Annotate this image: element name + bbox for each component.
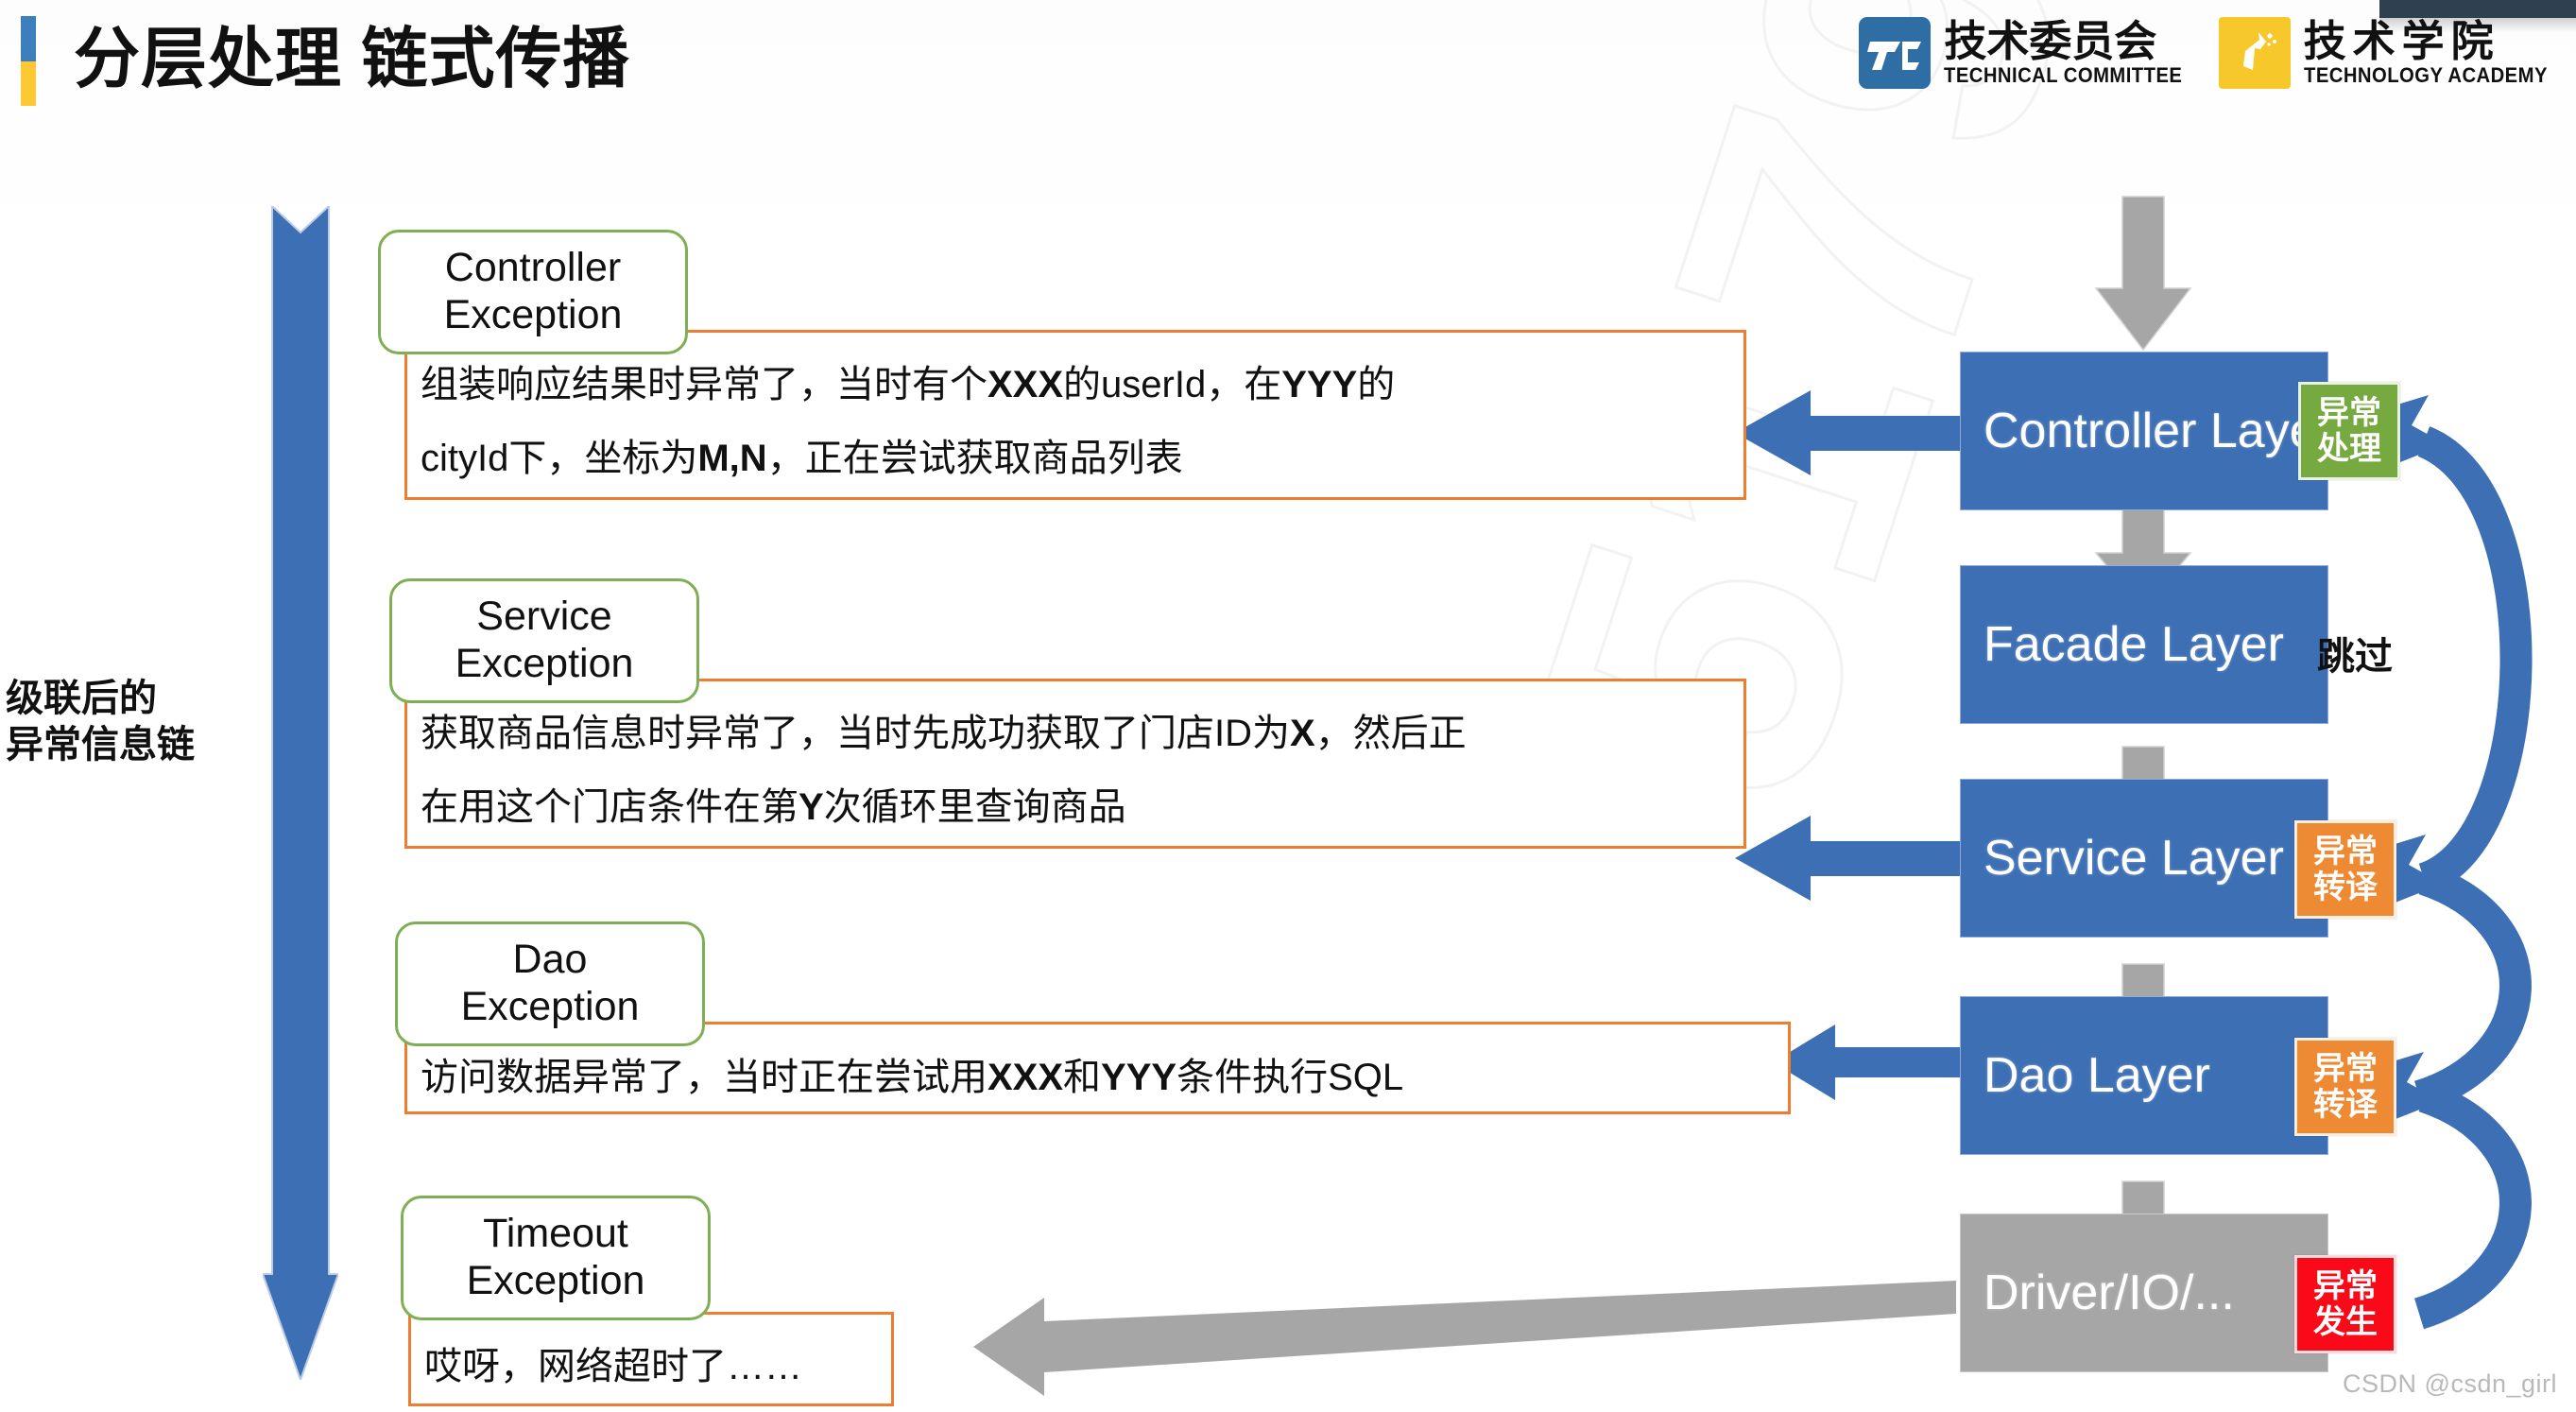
backflow-driver-to-dao	[2413, 1080, 2532, 1330]
card-service-text-line1: 获取商品信息时异常了，当时先成功获取了门店ID为X，然后正	[421, 702, 1467, 757]
tag-line1: Controller	[444, 245, 622, 291]
badge-exception-occurred[interactable]: 异常 发生	[2294, 1255, 2396, 1353]
layer-service[interactable]: Service Layer	[1960, 779, 2328, 938]
title-accent-yellow	[21, 60, 36, 106]
arrow-controller-to-card	[1735, 390, 1960, 475]
t: XXX	[987, 364, 1064, 405]
badge-line2: 转译	[2313, 870, 2378, 905]
layer-dao-label: Dao Layer	[1984, 1048, 2210, 1103]
layer-dao[interactable]: Dao Layer	[1960, 996, 2328, 1155]
badge-line2: 转译	[2313, 1087, 2378, 1123]
backflow-service-to-controller	[2416, 426, 2533, 895]
badge-exception-translate-service[interactable]: 异常 转译	[2294, 820, 2396, 919]
t: 的	[1357, 364, 1396, 405]
slide-canvas: 5179 分层处理 链式传播 技术委员会 TECHNICAL COMMITTEE	[0, 0, 2576, 1412]
left-caption-line2: 异常信息链	[6, 723, 195, 766]
facade-skip-note: 跳过	[2317, 636, 2393, 678]
badge-line2: 发生	[2313, 1304, 2378, 1340]
card-controller-body: 组装响应结果时异常了，当时有个XXX的userId，在YYY的 cityId下，…	[404, 330, 1746, 500]
arrow-service-to-card	[1735, 816, 1960, 901]
tag-service-exception[interactable]: Service Exception	[389, 578, 699, 703]
logo-technology-academy: 技术学院 TECHNOLOGY ACADEMY	[2218, 17, 2568, 89]
layer-controller[interactable]: Controller Layer	[1960, 352, 2333, 510]
academy-logo-icon	[2218, 17, 2291, 89]
academy-logo-text: 技术学院 TECHNOLOGY ACADEMY	[2304, 20, 2568, 86]
badge-line1: 异常	[2313, 833, 2378, 870]
tc-logo-en: TECHNICAL COMMITTEE	[1944, 63, 2183, 87]
badge-exception-translate-dao[interactable]: 异常 转译	[2294, 1038, 2396, 1136]
badge-exception-handling[interactable]: 异常 处理	[2298, 382, 2400, 480]
t: YYY	[1101, 1057, 1177, 1098]
arrow-driver-to-timeout	[973, 1281, 1956, 1396]
tag-line1: Service	[476, 594, 612, 640]
left-caption-line1: 级联后的	[6, 678, 157, 719]
layer-service-label: Service Layer	[1984, 831, 2284, 886]
layer-facade[interactable]: Facade Layer	[1960, 565, 2328, 724]
t: 在用这个门店条件在第	[421, 786, 799, 828]
page-title: 分层处理 链式传播	[74, 22, 630, 95]
card-timeout-body: 哎呀，网络超时了……	[408, 1312, 894, 1406]
tag-timeout-exception[interactable]: Timeout Exception	[401, 1196, 711, 1320]
t: 获取商品信息时异常了，当时先成功获取了门店ID为	[421, 713, 1290, 754]
badge-line2: 处理	[2317, 431, 2381, 467]
backflow-arrowheads	[2356, 395, 2446, 1127]
academy-logo-cn: 技术学院	[2303, 17, 2500, 65]
t: YYY	[1281, 364, 1358, 405]
t: M,N	[697, 438, 767, 479]
left-caption: 级联后的 异常信息链	[6, 676, 195, 768]
t: 组装响应结果时异常了，当时有个	[421, 364, 987, 405]
t: 和	[1063, 1057, 1102, 1098]
arrow-dao-to-card	[1773, 1025, 1960, 1100]
t: 访问数据异常了，当时正在尝试用	[421, 1057, 987, 1098]
t: Y	[799, 786, 824, 828]
top-right-bar	[2379, 0, 2576, 18]
badge-line1: 异常	[2317, 394, 2381, 431]
logo-group: 技术委员会 TECHNICAL COMMITTEE 技术学院 TECHNOLOG…	[1859, 17, 2568, 89]
tag-line1: Timeout	[483, 1211, 628, 1257]
card-dao-text-line1: 访问数据异常了，当时正在尝试用XXX和YYY条件执行SQL	[421, 1046, 1403, 1101]
tag-controller-exception[interactable]: Controller Exception	[378, 230, 688, 354]
logo-technical-committee: 技术委员会 TECHNICAL COMMITTEE	[1859, 17, 2203, 89]
backflow-dao-to-service	[2413, 863, 2532, 1112]
cascade-down-arrow	[263, 206, 338, 1380]
layer-controller-label: Controller Layer	[1984, 404, 2333, 458]
flow-arrow-in	[2094, 196, 2192, 352]
tag-line1: Dao	[512, 937, 588, 983]
badge-line1: 异常	[2313, 1050, 2378, 1087]
badge-line1: 异常	[2313, 1267, 2378, 1304]
layer-driver-label: Driver/IO/...	[1984, 1266, 2235, 1320]
card-controller-text-line1: 组装响应结果时异常了，当时有个XXX的userId，在YYY的	[421, 353, 1395, 408]
title-accent-bar	[21, 16, 36, 106]
csdn-watermark: CSDN @csdn_girl	[2343, 1369, 2557, 1398]
t: 次循环里查询商品	[823, 786, 1126, 828]
card-service-text-line2: 在用这个门店条件在第Y次循环里查询商品	[421, 776, 1126, 831]
tag-dao-exception[interactable]: Dao Exception	[395, 921, 705, 1046]
t: ，然后正	[1314, 713, 1467, 754]
card-controller-text-line2: cityId下，坐标为M,N，正在尝试获取商品列表	[421, 427, 1183, 482]
t: ，正在尝试获取商品列表	[766, 438, 1183, 479]
tag-line2: Exception	[455, 641, 634, 686]
tag-line2: Exception	[443, 292, 623, 337]
t: 的userId，在	[1063, 364, 1282, 405]
tc-logo-icon	[1859, 17, 1932, 89]
t: X	[1290, 713, 1315, 754]
exception-backflow-arrows	[2413, 426, 2533, 1330]
t: XXX	[987, 1057, 1064, 1098]
layer-driver-io[interactable]: Driver/IO/...	[1960, 1214, 2328, 1372]
academy-logo-en: TECHNOLOGY ACADEMY	[2303, 63, 2548, 87]
tag-line2: Exception	[466, 1258, 645, 1303]
title-accent-blue	[21, 16, 36, 61]
tc-logo-text: 技术委员会 TECHNICAL COMMITTEE	[1944, 20, 2203, 86]
t: 条件执行SQL	[1176, 1057, 1404, 1098]
tc-logo-cn: 技术委员会	[1944, 17, 2157, 65]
t: 哎呀，网络超时了……	[424, 1346, 802, 1387]
t: cityId下，坐标为	[421, 438, 698, 479]
tag-line2: Exception	[460, 984, 640, 1029]
layer-facade-label: Facade Layer	[1984, 617, 2284, 672]
card-timeout-text-line1: 哎呀，网络超时了……	[424, 1335, 802, 1390]
card-service-body: 获取商品信息时异常了，当时先成功获取了门店ID为X，然后正 在用这个门店条件在第…	[404, 679, 1746, 849]
